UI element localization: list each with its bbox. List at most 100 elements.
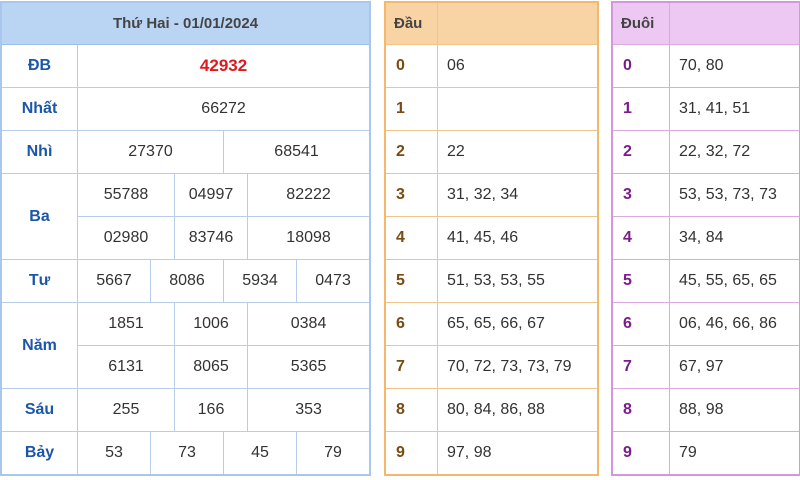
duoi-key: 1 [612,87,670,131]
prize-value: 8086 [150,259,224,303]
duoi-value: 88, 98 [669,388,800,432]
prize-value: 8065 [174,345,248,389]
prize-value: 53 [77,431,151,475]
duoi-key: 4 [612,216,670,260]
dau-row: 1 [385,87,598,131]
prize-row-nam-1: Năm 1851 1006 0384 [1,302,371,389]
prize-value: 0473 [295,259,371,303]
duoi-value: 67, 97 [669,345,800,389]
duoi-value: 06, 46, 66, 86 [669,302,800,346]
prize-value: 5934 [223,259,297,303]
dau-row: 3 31, 32, 34 [385,173,598,217]
prize-value: 55788 [77,173,175,217]
dau-header-blank [437,2,598,45]
dau-key: 6 [385,302,438,346]
dau-key: 8 [385,388,438,432]
dau-key: 9 [385,431,438,475]
prize-value: 5667 [77,259,151,303]
prize-value: 1006 [174,302,248,346]
dau-row: 8 80, 84, 86, 88 [385,388,598,432]
duoi-key: 0 [612,44,670,88]
prize-value: 82222 [246,173,371,217]
duoi-value: 53, 53, 73, 73 [669,173,800,217]
duoi-header-blank [669,2,800,45]
prize-value: 73 [150,431,224,475]
duoi-row: 3 53, 53, 73, 73 [612,173,800,217]
dau-row: 7 70, 72, 73, 73, 79 [385,345,598,389]
duoi-header: Đuôi [612,2,670,45]
dau-key: 4 [385,216,438,260]
prize-value: 1851 [77,302,175,346]
duoi-row: 5 45, 55, 65, 65 [612,259,800,303]
duoi-row: 4 34, 84 [612,216,800,260]
prize-value: 02980 [77,216,175,260]
prize-value: 83746 [174,216,248,260]
duoi-row: 0 70, 80 [612,44,800,88]
duoi-value: 22, 32, 72 [669,130,800,174]
duoi-key: 9 [612,431,670,475]
prize-label: Nhì [1,130,78,174]
dau-row: 9 97, 98 [385,431,598,475]
duoi-key: 8 [612,388,670,432]
prize-label: Sáu [1,388,78,432]
duoi-row: 1 31, 41, 51 [612,87,800,131]
dau-key: 7 [385,345,438,389]
prize-label: Ba [1,173,78,260]
duoi-value: 45, 55, 65, 65 [669,259,800,303]
duoi-key: 5 [612,259,670,303]
dau-value: 22 [437,130,598,174]
prize-label: Tư [1,259,78,303]
duoi-value: 70, 80 [669,44,800,88]
prize-row-nhi: Nhì 27370 68541 [1,130,371,174]
prize-label: Nhất [1,87,78,131]
dau-value: 65, 65, 66, 67 [437,302,598,346]
prize-value: 27370 [77,130,224,174]
dau-row: 0 06 [385,44,598,88]
duoi-row: 7 67, 97 [612,345,800,389]
duoi-table: Đuôi 0 70, 80 1 31, 41, 51 2 22, 32, 72 3 53… [611,1,800,476]
prize-value: 18098 [246,216,371,260]
prize-value: 45 [223,431,297,475]
results-title: Thứ Hai - 01/01/2024 [0,2,371,45]
duoi-row: 6 06, 46, 66, 86 [612,302,800,346]
dau-value: 80, 84, 86, 88 [437,388,598,432]
prize-value: 255 [77,388,175,432]
dau-row: 5 51, 53, 53, 55 [385,259,598,303]
prize-row-sau: Sáu 255 166 353 [1,388,371,432]
duoi-row: 8 88, 98 [612,388,800,432]
prize-label: Bảy [1,431,78,475]
prize-value: 166 [174,388,248,432]
dau-value: 41, 45, 46 [437,216,598,260]
dau-key: 0 [385,44,438,88]
dau-key: 3 [385,173,438,217]
dau-key: 1 [385,87,438,131]
prize-value: 66272 [76,87,371,131]
duoi-key: 7 [612,345,670,389]
prize-value: 353 [246,388,371,432]
dau-value: 06 [437,44,598,88]
prize-row-bay: Bảy 53 73 45 79 [1,431,371,475]
prize-value: 04997 [174,173,248,217]
dau-value [437,87,598,131]
prize-value-special: 42932 [76,44,371,88]
duoi-value: 31, 41, 51 [669,87,800,131]
prize-label: Năm [1,302,78,389]
dau-value: 70, 72, 73, 73, 79 [437,345,598,389]
prize-value: 5365 [246,345,371,389]
duoi-key: 3 [612,173,670,217]
results-table: Thứ Hai - 01/01/2024 ĐB 42932 Nhất 66272… [0,1,372,476]
prize-label: ĐB [1,44,78,88]
duoi-value: 34, 84 [669,216,800,260]
duoi-row: 9 79 [612,431,800,475]
prize-value: 6131 [77,345,175,389]
prize-row-tu: Tư 5667 8086 5934 0473 [1,259,371,303]
dau-row: 2 22 [385,130,598,174]
duoi-key: 6 [612,302,670,346]
dau-row: 6 65, 65, 66, 67 [385,302,598,346]
prize-value: 68541 [222,130,371,174]
duoi-row: 2 22, 32, 72 [612,130,800,174]
dau-value: 51, 53, 53, 55 [437,259,598,303]
duoi-key: 2 [612,130,670,174]
prize-row-nhat: Nhất 66272 [1,87,371,131]
prize-value: 0384 [246,302,371,346]
